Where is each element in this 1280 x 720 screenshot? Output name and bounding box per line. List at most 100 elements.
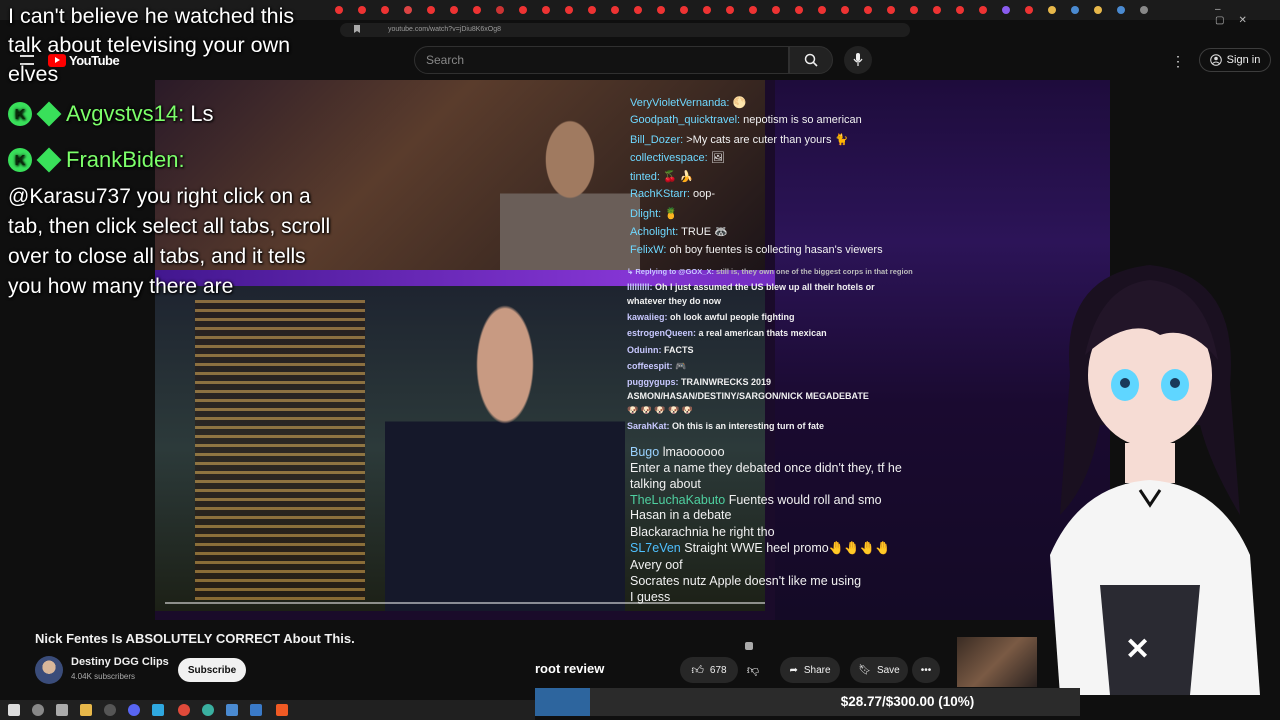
chat-line: SL7eVen Straight WWE heel promo🤚🤚🤚🤚 — [630, 541, 891, 555]
more-actions-button[interactable]: ••• — [912, 657, 940, 683]
overlay-username: FrankBiden: — [66, 147, 185, 172]
chat-line: Oduinn: FACTS — [627, 345, 694, 355]
chat-line: RachKStarr: oop- — [630, 188, 716, 200]
address-bar[interactable]: youtube.com/watch?v=jDiu8K6xOg8 — [340, 23, 910, 37]
chat-line: VeryVioletVernanda: 🌕 — [630, 97, 747, 109]
browser-tab[interactable] — [933, 6, 941, 14]
browser-tab[interactable] — [473, 6, 481, 14]
overlay-message: Ls — [190, 101, 214, 126]
browser-tab[interactable] — [381, 6, 389, 14]
browser-tab[interactable] — [450, 6, 458, 14]
video-person-top — [500, 100, 640, 270]
browser-tab[interactable] — [887, 6, 895, 14]
browser-tab[interactable] — [956, 6, 964, 14]
like-count: 678 — [709, 664, 727, 676]
browser-tab[interactable] — [427, 6, 435, 14]
share-button[interactable]: ➦ Share — [780, 657, 840, 683]
voice-search-button[interactable] — [844, 46, 872, 74]
browser-tab[interactable] — [1071, 6, 1079, 14]
browser-tab[interactable] — [818, 6, 826, 14]
chat-line: Bugo lmaoooooo — [630, 445, 725, 459]
browser-tab[interactable] — [1002, 6, 1010, 14]
browser-tab[interactable] — [611, 6, 619, 14]
chat-line: 🐶 🐶 🐶 🐶 🐶 — [627, 405, 694, 415]
more-icon: ••• — [920, 664, 932, 676]
diamond-badge-icon — [36, 101, 62, 127]
browser-tab[interactable] — [1140, 6, 1148, 14]
browser-tab[interactable] — [496, 6, 504, 14]
search-input[interactable]: Search — [414, 46, 789, 74]
browser-tab[interactable] — [657, 6, 665, 14]
save-label: Save — [876, 664, 900, 676]
browser-tab[interactable] — [358, 6, 366, 14]
browser-tab[interactable] — [864, 6, 872, 14]
like-button[interactable]: 👍︎ 678 — [680, 657, 738, 683]
browser-tab[interactable] — [565, 6, 573, 14]
dislike-button[interactable]: 👎︎ — [740, 657, 766, 683]
browser-tab[interactable] — [1117, 6, 1125, 14]
sign-in-button[interactable]: Sign in — [1199, 48, 1271, 72]
file-explorer-icon[interactable] — [80, 704, 92, 716]
browser-tab[interactable] — [979, 6, 987, 14]
diamond-badge-icon — [36, 147, 62, 173]
browser-tab[interactable] — [1094, 6, 1102, 14]
browser-tab[interactable] — [588, 6, 596, 14]
browser-tab[interactable] — [703, 6, 711, 14]
kick-badge-icon: K — [8, 148, 32, 172]
chat-line: Avery oof — [630, 558, 683, 572]
share-label: Share — [803, 664, 831, 676]
browser-tab[interactable] — [726, 6, 734, 14]
browser-window-controls[interactable]: –▢✕ — [1215, 4, 1280, 26]
browser-tab[interactable] — [910, 6, 918, 14]
app-icon[interactable] — [202, 704, 214, 716]
subscribe-button[interactable]: Subscribe — [178, 658, 246, 682]
vtuber-avatar — [1050, 265, 1260, 695]
taskview-icon[interactable] — [56, 704, 68, 716]
chat-line: I guess — [630, 590, 671, 604]
taskbar-search-icon[interactable] — [32, 704, 44, 716]
browser-tab[interactable] — [1048, 6, 1056, 14]
chat-line: kawaiieg: oh look awful people fighting — [627, 312, 795, 322]
browser-tab[interactable] — [795, 6, 803, 14]
windows-start-icon[interactable] — [8, 704, 20, 716]
brave-icon[interactable] — [276, 704, 288, 716]
search-button[interactable] — [789, 46, 833, 74]
chat-line: Blackarachnia he right tho — [630, 525, 775, 539]
browser-tab[interactable] — [542, 6, 550, 14]
vscode-icon[interactable] — [250, 704, 262, 716]
browser-tab[interactable] — [634, 6, 642, 14]
app-icon[interactable] — [152, 704, 164, 716]
channel-avatar[interactable] — [35, 656, 63, 684]
browser-tab[interactable] — [404, 6, 412, 14]
chat-line: talking about — [630, 477, 701, 491]
app-icon[interactable] — [226, 704, 238, 716]
thumbs-up-icon: 👍︎ — [691, 662, 704, 677]
save-button[interactable]: 🔖︎ Save — [850, 657, 908, 683]
close-icon[interactable]: ✕ — [1125, 632, 1150, 667]
search-icon — [804, 53, 818, 67]
browser-tab[interactable] — [1025, 6, 1033, 14]
browser-tab[interactable] — [772, 6, 780, 14]
webcam-thumbnail — [957, 637, 1037, 687]
browser-tab[interactable] — [680, 6, 688, 14]
obs-icon[interactable] — [104, 704, 116, 716]
browser-tab[interactable] — [335, 6, 343, 14]
chat-line: Dlight: 🍍 — [630, 208, 678, 220]
settings-more-icon[interactable]: ⋮ — [1171, 53, 1185, 70]
chrome-icon[interactable] — [178, 704, 190, 716]
browser-tab[interactable] — [841, 6, 849, 14]
chat-line: SarahKat: Oh this is an interesting turn… — [627, 421, 825, 431]
channel-name[interactable]: Destiny DGG Clips — [71, 656, 169, 668]
chat-line: TheLuchaKabuto Fuentes would roll and sm… — [630, 493, 882, 507]
overlay-chat-line: K Avgvstvs14: Ls — [8, 101, 213, 127]
account-icon — [1209, 54, 1222, 66]
browser-tab[interactable] — [749, 6, 757, 14]
browser-tab[interactable] — [519, 6, 527, 14]
chat-line: Acholight: TRUE 🦝 — [630, 226, 728, 238]
overlay-chat-line: K FrankBiden: — [8, 147, 185, 173]
chat-line: Enter a name they debated once didn't th… — [630, 461, 902, 475]
video-progress-bar[interactable] — [165, 602, 765, 604]
city-background — [195, 300, 365, 600]
chat-line: Bill_Dozer: >My cats are cuter than your… — [630, 134, 849, 146]
discord-icon[interactable] — [128, 704, 140, 716]
